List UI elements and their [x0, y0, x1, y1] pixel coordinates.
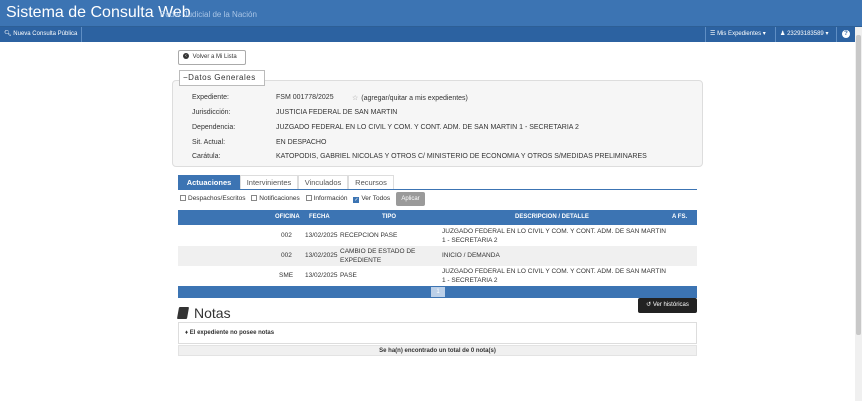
tab-intervinientes[interactable]: Intervinientes: [240, 175, 298, 189]
caratula-value: KATOPODIS, GABRIEL NICOLAS Y OTROS C/ MI…: [276, 153, 647, 160]
history-icon: ↺: [646, 302, 652, 308]
main-navbar: 🔍︎ Nueva Consulta Pública ☰ Mis Expedien…: [0, 27, 855, 42]
tab-vinculados[interactable]: Vinculados: [298, 175, 348, 189]
favorite-toggle[interactable]: ☆ (agregar/quitar a mis expedientes): [352, 94, 468, 102]
user-label: 23293183589: [787, 31, 824, 37]
despachos-label: Despachos/Escritos: [188, 195, 246, 202]
row-fecha: 13/02/2025: [305, 252, 338, 259]
user-menu[interactable]: ♟ 23293183589 ▾: [775, 27, 832, 42]
notas-title: Notas: [194, 305, 231, 321]
aplicar-button[interactable]: Aplicar: [396, 192, 425, 206]
actuaciones-table-header: OFICINA FECHA TIPO DESCRIPCION / DETALLE…: [178, 210, 697, 225]
mis-expedientes-label: Mis Expedientes: [717, 31, 762, 37]
datos-generales-legend: Datos Generales: [188, 73, 256, 82]
notas-total: Se ha(n) encontrado un total de 0 nota(s…: [178, 345, 697, 356]
caret-down-icon: ▾: [762, 31, 766, 37]
col-tipo: TIPO: [382, 214, 397, 220]
bell-icon: ♦: [185, 330, 189, 336]
mis-expedientes-menu[interactable]: ☰ Mis Expedientes ▾: [705, 27, 770, 42]
app-header: Sistema de Consulta Web Poder Judicial d…: [0, 0, 862, 27]
notas-empty-message: ♦ El expediente no posee notas: [178, 322, 697, 344]
search-icon: 🔍︎: [4, 31, 12, 37]
circle-arrow-left-icon: ‹: [183, 53, 189, 60]
app-subtitle: Poder Judicial de la Nación: [160, 10, 257, 19]
star-icon: ☆: [352, 95, 359, 102]
informacion-checkbox[interactable]: [305, 195, 312, 201]
question-icon: ?: [842, 30, 850, 38]
page-scrollbar[interactable]: [855, 27, 862, 401]
actuaciones-filters: Despachos/Escritos Notificaciones Inform…: [180, 195, 390, 207]
row-oficina: SME: [279, 272, 294, 279]
nueva-consulta-link[interactable]: 🔍︎ Nueva Consulta Pública: [0, 27, 83, 42]
expediente-label: Expediente:: [192, 94, 229, 101]
col-fecha: FECHA: [309, 214, 330, 220]
caratula-label: Carátula:: [192, 153, 221, 160]
ver-historicas-button[interactable]: ↺ Ver históricas: [638, 298, 697, 313]
ver-todos-checkbox[interactable]: ✓: [353, 197, 360, 203]
help-button[interactable]: ?: [836, 27, 855, 42]
row-descripcion: JUZGADO FEDERAL EN LO CIVIL Y COM. Y CON…: [442, 228, 666, 244]
favorite-link-label: (agregar/quitar a mis expedientes): [361, 95, 468, 102]
caret-down-icon: ▾: [825, 31, 829, 37]
row-tipo: CAMBIO DE ESTADO DE EXPEDIENTE: [340, 248, 416, 264]
back-to-list-button[interactable]: ‹ Volver a Mi Lista: [178, 50, 246, 65]
row-tipo: PASE: [340, 272, 357, 279]
row-fecha: 13/02/2025: [305, 272, 338, 279]
book-icon: [176, 307, 190, 319]
col-descripcion: DESCRIPCION / DETALLE: [515, 214, 589, 220]
dependencia-value: JUZGADO FEDERAL EN LO CIVIL Y COM. Y CON…: [276, 124, 579, 131]
tabs-underline: [178, 189, 697, 190]
expediente-value: FSM 001778/2025: [276, 94, 334, 101]
ver-historicas-label: Ver históricas: [652, 302, 689, 308]
tab-recursos[interactable]: Recursos: [348, 175, 394, 189]
jurisdiccion-label: Jurisdicción:: [192, 109, 231, 116]
page-1-button[interactable]: 1: [431, 287, 445, 297]
table-row[interactable]: 002 13/02/2025 RECEPCION PASE JUZGADO FE…: [178, 226, 697, 246]
tab-actuaciones[interactable]: Actuaciones: [178, 175, 240, 189]
row-oficina: 002: [281, 252, 292, 259]
back-button-label: Volver a Mi Lista: [192, 54, 237, 60]
col-oficina: OFICINA: [275, 214, 300, 220]
list-icon: ☰: [710, 31, 716, 37]
table-row[interactable]: SME 13/02/2025 PASE JUZGADO FEDERAL EN L…: [178, 266, 697, 286]
jurisdiccion-value: JUSTICIA FEDERAL DE SAN MARTIN: [276, 109, 398, 116]
row-descripcion: INICIO / DEMANDA: [442, 252, 500, 259]
dependencia-label: Dependencia:: [192, 124, 236, 131]
scrollbar-thumb[interactable]: [856, 35, 861, 335]
situacion-label: Sit. Actual:: [192, 139, 226, 146]
notas-heading: Notas: [176, 305, 231, 321]
table-row[interactable]: 002 13/02/2025 CAMBIO DE ESTADO DE EXPED…: [178, 246, 697, 266]
notas-empty-text: El expediente no posee notas: [189, 330, 275, 336]
notificaciones-label: Notificaciones: [259, 195, 300, 202]
ver-todos-label: Ver Todos: [361, 195, 391, 202]
despachos-checkbox[interactable]: [180, 195, 186, 201]
notificaciones-checkbox[interactable]: [251, 195, 258, 201]
row-oficina: 002: [281, 232, 292, 239]
row-fecha: 13/02/2025: [305, 232, 338, 239]
datos-generales-toggle[interactable]: −Datos Generales: [179, 70, 265, 86]
row-descripcion: JUZGADO FEDERAL EN LO CIVIL Y COM. Y CON…: [442, 268, 666, 284]
col-afs: A FS.: [672, 214, 688, 220]
user-icon: ♟: [780, 31, 786, 37]
situacion-value: EN DESPACHO: [276, 139, 327, 146]
informacion-label: Información: [313, 195, 348, 202]
row-tipo: RECEPCION PASE: [340, 232, 398, 239]
nueva-consulta-label: Nueva Consulta Pública: [13, 31, 78, 37]
